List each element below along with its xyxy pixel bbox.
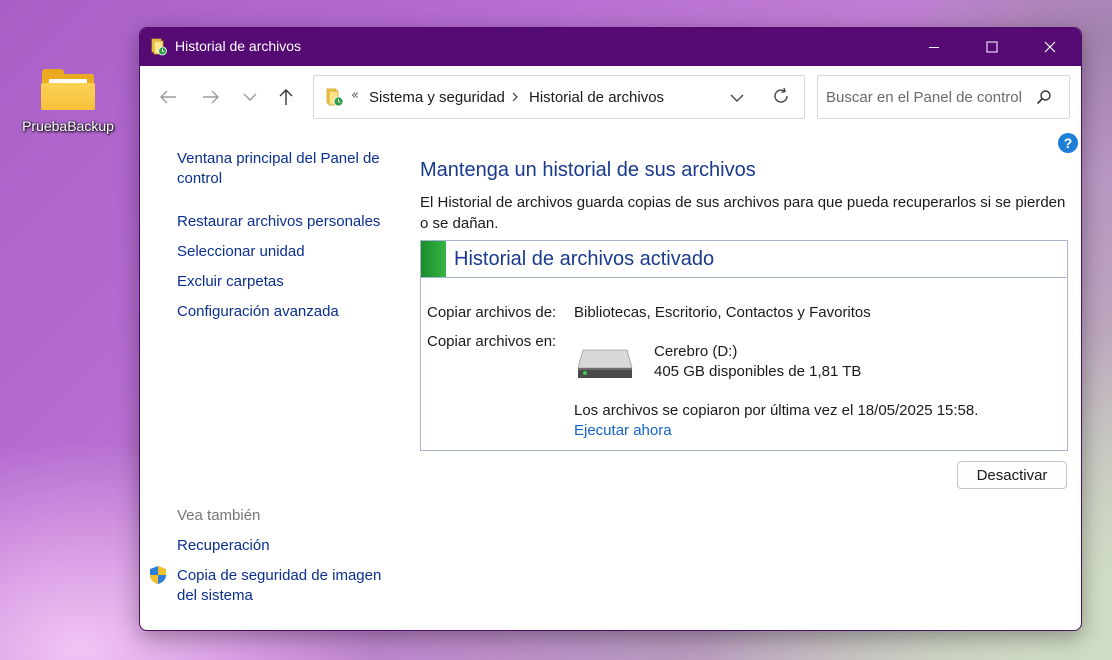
arrow-left-icon xyxy=(160,90,176,104)
status-panel: Historial de archivos activado Copiar ar… xyxy=(420,240,1068,451)
minimize-button[interactable] xyxy=(911,28,957,66)
breadcrumb-item-historial[interactable]: Historial de archivos xyxy=(529,89,664,106)
window-title: Historial de archivos xyxy=(175,38,302,54)
chevron-right-icon[interactable] xyxy=(510,87,520,107)
drive-space: 405 GB disponibles de 1,81 TB xyxy=(654,363,862,380)
status-indicator xyxy=(421,241,446,277)
maximize-icon xyxy=(986,41,998,53)
chevron-down-icon[interactable] xyxy=(729,88,745,108)
breadcrumb-item-sistema-y-seguridad[interactable]: Sistema y seguridad xyxy=(369,89,505,106)
see-also-heading: Vea también xyxy=(177,507,261,524)
folder-icon xyxy=(41,66,95,110)
breadcrumb-overflow[interactable]: « xyxy=(351,88,359,103)
link-advanced-settings[interactable]: Configuración avanzada xyxy=(177,302,339,322)
maximize-button[interactable] xyxy=(969,28,1015,66)
minimize-icon xyxy=(929,47,939,48)
status-title: Historial de archivos activado xyxy=(454,248,715,270)
up-button[interactable] xyxy=(272,80,300,114)
desktop-folder-pruebabackup[interactable]: PruebaBackup xyxy=(14,62,122,134)
hard-drive-icon xyxy=(577,349,633,378)
copy-from-label: Copiar archivos de: xyxy=(427,304,557,321)
status-header: Historial de archivos activado xyxy=(421,241,1067,278)
arrow-right-icon xyxy=(203,90,219,104)
copy-from-value: Bibliotecas, Escritorio, Contactos y Fav… xyxy=(574,304,871,321)
file-history-window: Historial de archivos « Sistema y seguri… xyxy=(139,27,1082,631)
refresh-icon[interactable] xyxy=(771,86,791,106)
run-now-link[interactable]: Ejecutar ahora xyxy=(574,422,672,439)
file-history-icon xyxy=(151,38,167,56)
link-control-panel-home[interactable]: Ventana principal del Panel de control xyxy=(177,149,392,189)
chevron-down-icon xyxy=(243,93,257,101)
link-select-drive[interactable]: Seleccionar unidad xyxy=(177,242,305,262)
link-recovery[interactable]: Recuperación xyxy=(177,536,270,556)
desktop-icon-label: PruebaBackup xyxy=(22,118,114,134)
help-button[interactable]: ? xyxy=(1058,133,1078,153)
search-input[interactable] xyxy=(826,86,1031,108)
link-exclude-folders[interactable]: Excluir carpetas xyxy=(177,272,284,292)
page-description: El Historial de archivos guarda copias d… xyxy=(420,194,1066,232)
search-box[interactable] xyxy=(817,75,1070,119)
link-restore-personal-files[interactable]: Restaurar archivos personales xyxy=(177,212,380,232)
shield-icon xyxy=(150,566,166,584)
forward-button[interactable] xyxy=(197,80,225,114)
page-title: Mantenga un historial de sus archivos xyxy=(420,159,756,181)
title-bar[interactable]: Historial de archivos xyxy=(140,28,1081,66)
search-icon[interactable] xyxy=(1036,89,1052,105)
close-icon xyxy=(1044,41,1056,53)
close-button[interactable] xyxy=(1027,28,1073,66)
link-system-image-backup[interactable]: Copia de seguridad de imagen del sistema xyxy=(177,566,397,606)
recent-locations-button[interactable] xyxy=(236,80,264,114)
drive-name: Cerebro (D:) xyxy=(654,343,738,360)
file-history-icon xyxy=(326,88,344,107)
back-button[interactable] xyxy=(154,80,182,114)
last-copy-text: Los archivos se copiaron por última vez … xyxy=(574,402,979,419)
copy-to-label: Copiar archivos en: xyxy=(427,333,557,350)
deactivate-button[interactable]: Desactivar xyxy=(957,461,1067,489)
address-bar[interactable]: « Sistema y seguridad Historial de archi… xyxy=(313,75,805,119)
arrow-up-icon xyxy=(279,89,293,105)
